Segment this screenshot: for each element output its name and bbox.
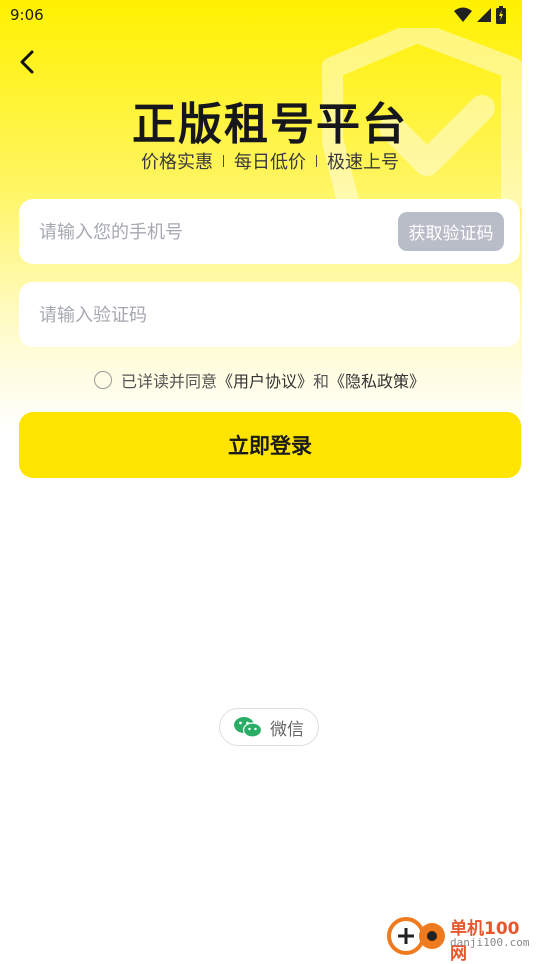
code-field: [19, 282, 520, 349]
agreement-conjunction: 和: [313, 372, 330, 391]
battery-icon: [496, 6, 506, 24]
watermark-url: danji100.com: [450, 936, 530, 949]
subtitle-item: 极速上号: [327, 152, 399, 173]
privacy-policy-link[interactable]: 《隐私政策》: [329, 372, 425, 391]
subtitle: 价格实惠 每日低价 极速上号: [0, 148, 522, 174]
subtitle-item: 价格实惠: [141, 152, 213, 173]
code-input[interactable]: [37, 282, 501, 349]
status-time: 9:06: [10, 6, 44, 24]
watermark-icon: [387, 917, 445, 955]
login-screen: 9:06 正版租号平台 价格实惠 每日低价 极速上号 获取验证码 已详读并同意《…: [0, 0, 522, 960]
back-arrow-icon[interactable]: [14, 48, 42, 76]
signal-icon: [477, 8, 491, 22]
status-icons: [454, 6, 506, 24]
separator: [223, 155, 224, 167]
user-agreement-link[interactable]: 《用户协议》: [217, 372, 313, 391]
wifi-icon: [454, 7, 472, 22]
separator: [316, 155, 317, 167]
watermark-logo: 单机100网 danji100.com: [386, 912, 536, 964]
wechat-login-button[interactable]: 微信: [219, 708, 319, 746]
phone-field: 获取验证码: [19, 199, 520, 266]
wechat-label: 微信: [270, 719, 304, 740]
login-button[interactable]: 立即登录: [19, 412, 521, 478]
wechat-icon: [234, 717, 262, 738]
subtitle-item: 每日低价: [234, 152, 306, 173]
status-bar: 9:06: [0, 0, 522, 30]
agreement-row: 已详读并同意《用户协议》和《隐私政策》: [94, 368, 425, 392]
agreement-text: 已详读并同意: [121, 372, 218, 391]
agree-checkbox[interactable]: [94, 371, 112, 389]
phone-input[interactable]: [37, 199, 401, 266]
get-code-button[interactable]: 获取验证码: [398, 212, 504, 251]
page-title: 正版租号平台: [132, 99, 408, 150]
